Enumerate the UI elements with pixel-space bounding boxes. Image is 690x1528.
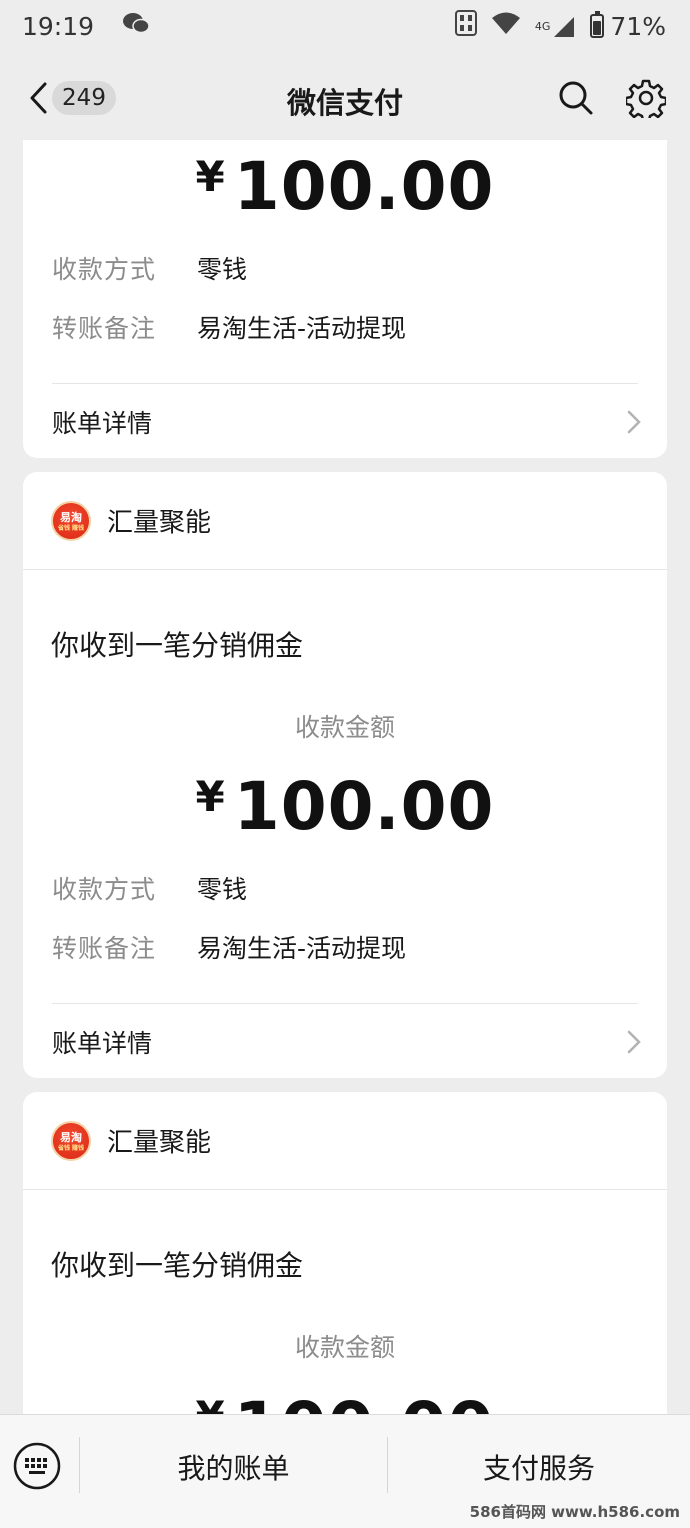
field-row: 转账备注 易淘生活-活动提现 xyxy=(52,309,406,345)
field-key: 转账备注 xyxy=(52,314,157,343)
signal-icon: 4G xyxy=(535,14,577,38)
network-type: 4G xyxy=(534,19,551,33)
keyboard-icon xyxy=(13,1442,61,1490)
field-key: 转账备注 xyxy=(52,934,157,963)
pay-services-menu[interactable]: 支付服务 xyxy=(388,1447,690,1487)
amount-value: ¥100.00 xyxy=(23,1388,667,1414)
keyboard-toggle-button[interactable] xyxy=(12,1441,62,1491)
amount-value: ¥100.00 xyxy=(195,148,495,225)
amount-label: 收款金额 xyxy=(294,1333,395,1362)
wechat-notification-icon xyxy=(122,11,150,41)
search-button[interactable] xyxy=(556,78,596,118)
divider xyxy=(52,1003,638,1004)
payment-card: 易淘 省钱 赚钱 汇量聚能 你收到一笔分销佣金 收款金额 ¥100.00 收款方… xyxy=(23,472,667,1078)
field-row: 转账备注 易淘生活-活动提现 xyxy=(52,929,406,965)
battery-icon xyxy=(590,11,605,38)
chevron-right-icon xyxy=(627,410,641,434)
settings-button[interactable] xyxy=(624,78,668,123)
merchant-logo: 易淘 省钱 赚钱 xyxy=(51,500,91,541)
bill-detail-link[interactable]: 账单详情 xyxy=(52,1022,641,1062)
divider xyxy=(52,383,638,384)
field-key: 收款方式 xyxy=(52,255,157,284)
message-list[interactable]: ¥100.00 收款方式 零钱 转账备注 易淘生活-活动提现 账单详情 易淘 省… xyxy=(0,140,690,1414)
field-row: 收款方式 零钱 xyxy=(52,250,247,286)
nfc-icon xyxy=(454,10,477,42)
card-header[interactable]: 易淘 省钱 赚钱 汇量聚能 xyxy=(23,472,667,570)
chevron-right-icon xyxy=(627,1030,641,1054)
message-title: 你收到一笔分销佣金 xyxy=(51,1249,304,1282)
amount-value: ¥100.00 xyxy=(195,768,495,845)
my-bills-menu[interactable]: 我的账单 xyxy=(80,1447,387,1487)
search-icon xyxy=(559,81,593,115)
amount-label: 收款金额 xyxy=(294,713,395,742)
bill-detail-link[interactable]: 账单详情 xyxy=(52,402,641,442)
gear-icon xyxy=(624,79,668,123)
merchant-name: 汇量聚能 xyxy=(107,1128,212,1158)
bottom-menu-bar: 我的账单 支付服务 586首码网 www.h586.com xyxy=(0,1414,690,1528)
battery-indicator: 71% xyxy=(590,11,666,41)
status-bar: 19:19 4G 71% xyxy=(0,0,690,52)
field-row: 收款方式 零钱 xyxy=(52,870,247,906)
watermark: 586首码网 www.h586.com xyxy=(469,1503,680,1521)
field-value: 零钱 xyxy=(197,875,248,904)
field-value: 零钱 xyxy=(197,255,248,284)
status-time: 19:19 xyxy=(22,11,95,41)
wifi-icon xyxy=(491,11,521,41)
bill-detail-label: 账单详情 xyxy=(52,1029,153,1058)
field-key: 收款方式 xyxy=(52,875,157,904)
merchant-logo: 易淘 省钱 赚钱 xyxy=(51,1120,91,1161)
payment-card: ¥100.00 收款方式 零钱 转账备注 易淘生活-活动提现 账单详情 xyxy=(23,140,667,458)
card-header[interactable]: 易淘 省钱 赚钱 汇量聚能 xyxy=(23,1092,667,1190)
battery-percent: 71% xyxy=(610,11,666,41)
field-value: 易淘生活-活动提现 xyxy=(197,314,407,343)
field-value: 易淘生活-活动提现 xyxy=(197,934,407,963)
payment-card: 易淘 省钱 赚钱 汇量聚能 你收到一笔分销佣金 收款金额 ¥100.00 xyxy=(23,1092,667,1414)
message-title: 你收到一笔分销佣金 xyxy=(51,629,304,662)
bill-detail-label: 账单详情 xyxy=(52,409,153,438)
merchant-name: 汇量聚能 xyxy=(107,508,212,538)
nav-bar: 249 微信支付 xyxy=(0,52,690,144)
